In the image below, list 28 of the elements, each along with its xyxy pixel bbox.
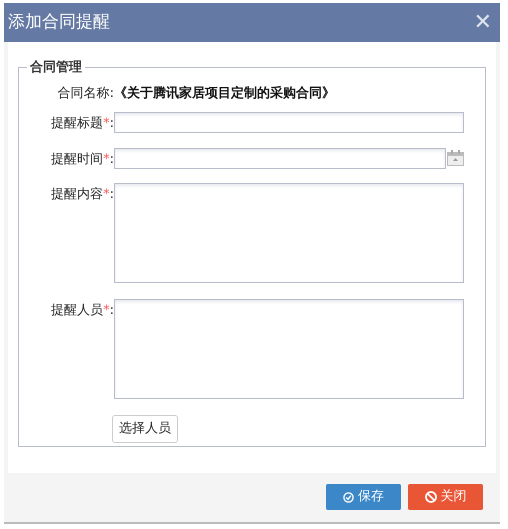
- window-title: 添加合同提醒: [8, 10, 110, 34]
- required-mark: *: [103, 116, 110, 131]
- field-label: 提醒时间: [51, 152, 104, 166]
- required-mark: *: [103, 303, 110, 318]
- label-colon: :: [110, 152, 114, 166]
- close-button[interactable]: ✕: [474, 12, 492, 34]
- field-label: 提醒内容: [51, 187, 104, 202]
- select-people-button[interactable]: 选择人员: [112, 415, 178, 442]
- date-field[interactable]: [114, 148, 446, 168]
- ban-icon: [424, 491, 436, 503]
- text-field[interactable]: [114, 112, 464, 133]
- label-colon: :: [110, 86, 114, 100]
- label-colon: :: [110, 187, 114, 202]
- required-mark: *: [103, 187, 110, 202]
- check-circle-icon: [343, 492, 354, 502]
- close-button[interactable]: 关闭: [408, 484, 483, 510]
- field-label: 合同名称: [58, 86, 110, 100]
- field-label: 提醒人员: [51, 303, 104, 318]
- label-colon: :: [110, 116, 114, 131]
- label-colon: :: [110, 303, 114, 318]
- text-area[interactable]: [114, 183, 464, 283]
- required-mark: *: [103, 152, 110, 166]
- fieldset-legend: 合同管理: [27, 58, 85, 78]
- calendar-icon[interactable]: [447, 150, 464, 166]
- contract-name: 《关于腾讯家居项目定制的采购合同》: [114, 84, 335, 102]
- text-area[interactable]: [114, 299, 464, 399]
- field-label: 提醒标题: [51, 116, 104, 131]
- save-button[interactable]: 保存: [326, 484, 401, 510]
